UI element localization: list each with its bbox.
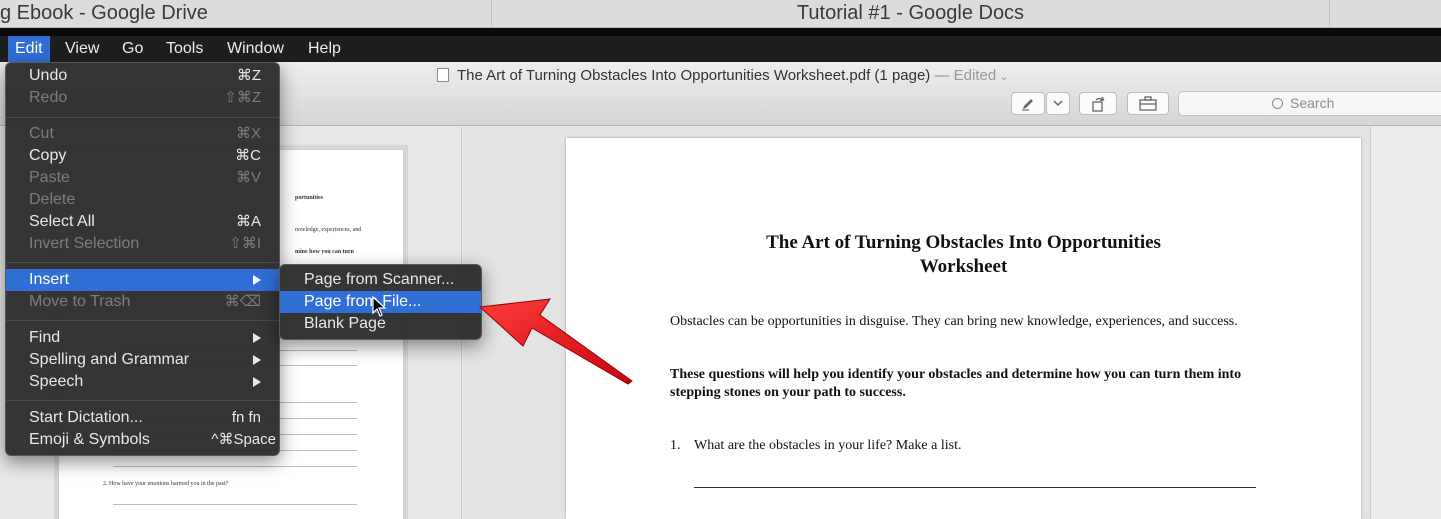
question-1-text: What are the obstacles in your life? Mak… (694, 438, 962, 453)
edit-menu: Undo ⌘Z Redo ⇧⌘Z Cut ⌘X Copy ⌘C Paste ⌘V Dele… (5, 62, 280, 456)
shortcut-label: ⌘X (235, 125, 261, 142)
menu-item-label: Paste (29, 169, 70, 186)
rotate-icon (1092, 96, 1105, 112)
markup-pen-button[interactable] (1011, 92, 1045, 115)
menu-item-copy[interactable]: Copy ⌘C (6, 145, 279, 167)
menu-separator (6, 117, 279, 118)
shortcut-label: ⌘V (235, 169, 261, 186)
tab-google-drive[interactable]: g Ebook - Google Drive (0, 0, 492, 28)
pdf-file-icon (437, 68, 449, 82)
menu-item-label: Cut (29, 125, 54, 142)
right-margin (1370, 127, 1441, 519)
menu-item-spelling-and-grammar[interactable]: Spelling and Grammar (6, 349, 279, 371)
question-1: 1. What are the obstacles in your life? M… (670, 438, 961, 454)
menu-item-label: Speech (29, 373, 84, 390)
thumb-question-2: 2. How have your emotions harmed you in … (103, 481, 229, 487)
tab-strip: g Ebook - Google Drive Tutorial #1 - Goo… (0, 0, 1441, 28)
menu-item-undo[interactable]: Undo ⌘Z (6, 65, 279, 87)
menu-item-find[interactable]: Find (6, 327, 279, 349)
document-filename: The Art of Turning Obstacles Into Opport… (457, 67, 931, 84)
answer-line (694, 487, 1256, 488)
page-title-line-2: Worksheet (919, 256, 1008, 277)
tab-google-docs[interactable]: Tutorial #1 - Google Docs (492, 0, 1330, 28)
shortcut-label: ⇧⌘Z (224, 89, 261, 106)
menu-go[interactable]: Go (115, 36, 150, 62)
edited-status: Edited (953, 67, 997, 84)
menu-item-redo: Redo ⇧⌘Z (6, 87, 279, 109)
chevron-down-icon[interactable]: ⌄ (996, 71, 1008, 83)
screen: g Ebook - Google Drive Tutorial #1 - Goo… (0, 0, 1441, 519)
menu-view[interactable]: View (58, 36, 106, 62)
submenu-arrow-icon (253, 355, 261, 365)
question-1-number: 1. (670, 438, 681, 453)
menu-item-label: Start Dictation... (29, 409, 143, 426)
menu-item-label: Move to Trash (29, 293, 131, 310)
mouse-pointer-icon (372, 296, 387, 317)
menu-separator (6, 400, 279, 401)
menu-item-label: Invert Selection (29, 235, 140, 252)
pen-icon (1022, 99, 1033, 111)
menu-item-delete: Delete (6, 189, 279, 211)
search-icon (1272, 98, 1283, 109)
menu-separator (6, 262, 279, 263)
shortcut-label: ⌘A (235, 213, 261, 230)
submenu-arrow-icon (253, 333, 261, 343)
page-title: The Art of Turning Obstacles Into Opport… (566, 231, 1361, 279)
shortcut-label: fn fn (231, 409, 261, 426)
thumb-title: portunities (295, 195, 324, 201)
title-separator: — (934, 67, 950, 84)
shortcut-label: ⌘Z (236, 67, 261, 84)
menu-item-select-all[interactable]: Select All ⌘A (6, 211, 279, 233)
thumb-rule (113, 466, 357, 467)
menu-tools[interactable]: Tools (159, 36, 210, 62)
menubar-top-edge (0, 28, 1441, 36)
shortcut-label: ⌘⌫ (224, 293, 261, 310)
menu-item-page-from-scanner[interactable]: Page from Scanner... (280, 269, 481, 291)
search-field[interactable]: Search (1178, 91, 1441, 116)
menu-item-cut: Cut ⌘X (6, 123, 279, 145)
thumb-line-1: nowledge, experiences, and (295, 227, 362, 233)
menu-item-invert-selection: Invert Selection ⇧⌘I (6, 233, 279, 255)
page-title-line-1: The Art of Turning Obstacles Into Opport… (766, 232, 1161, 253)
shortcut-label: ⇧⌘I (229, 235, 261, 252)
menu-item-insert[interactable]: Insert (6, 269, 279, 291)
document-title[interactable]: The Art of Turning Obstacles Into Opport… (437, 67, 1008, 84)
submenu-arrow-icon (253, 377, 261, 387)
annotation-arrow-icon (478, 298, 633, 385)
menu-item-paste: Paste ⌘V (6, 167, 279, 189)
menubar: Edit View Go Tools Window Help (0, 36, 1441, 62)
menu-item-label: Select All (29, 213, 95, 230)
menu-help[interactable]: Help (301, 36, 348, 62)
intro-paragraph: Obstacles can be opportunities in disgui… (670, 314, 1238, 329)
submenu-arrow-icon (253, 275, 261, 285)
markup-dropdown-button[interactable] (1046, 92, 1070, 115)
search-placeholder: Search (1290, 95, 1335, 111)
menu-item-label: Find (29, 329, 61, 346)
chevron-down-icon (1053, 100, 1063, 107)
menu-item-label: Undo (29, 67, 68, 84)
menu-item-label: Emoji & Symbols (29, 431, 150, 448)
menu-item-speech[interactable]: Speech (6, 371, 279, 393)
menu-item-start-dictation[interactable]: Start Dictation... fn fn (6, 407, 279, 429)
menu-edit[interactable]: Edit (8, 36, 50, 62)
menu-window[interactable]: Window (220, 36, 291, 62)
menu-item-label: Copy (29, 147, 67, 164)
menu-item-label: Redo (29, 89, 68, 106)
menu-item-label: Spelling and Grammar (29, 351, 190, 368)
menu-item-label: Delete (29, 191, 76, 208)
menu-item-move-to-trash: Move to Trash ⌘⌫ (6, 291, 279, 313)
toolbox-icon (1139, 96, 1157, 111)
toolbox-button[interactable] (1127, 92, 1169, 115)
menu-separator (6, 320, 279, 321)
instructions-paragraph: These questions will help you identify y… (670, 367, 1242, 400)
menu-item-label: Insert (29, 271, 70, 288)
shortcut-label: ^⌘Space (211, 431, 276, 448)
rotate-button[interactable] (1079, 92, 1117, 115)
thumb-line-2: mine how you can turn (295, 249, 355, 255)
pdf-page[interactable]: The Art of Turning Obstacles Into Opport… (566, 138, 1361, 519)
shortcut-label: ⌘C (235, 147, 261, 164)
menu-item-emoji-symbols[interactable]: Emoji & Symbols ^⌘Space (6, 429, 279, 451)
tab-empty[interactable] (1330, 0, 1441, 28)
thumb-rule (113, 504, 357, 505)
